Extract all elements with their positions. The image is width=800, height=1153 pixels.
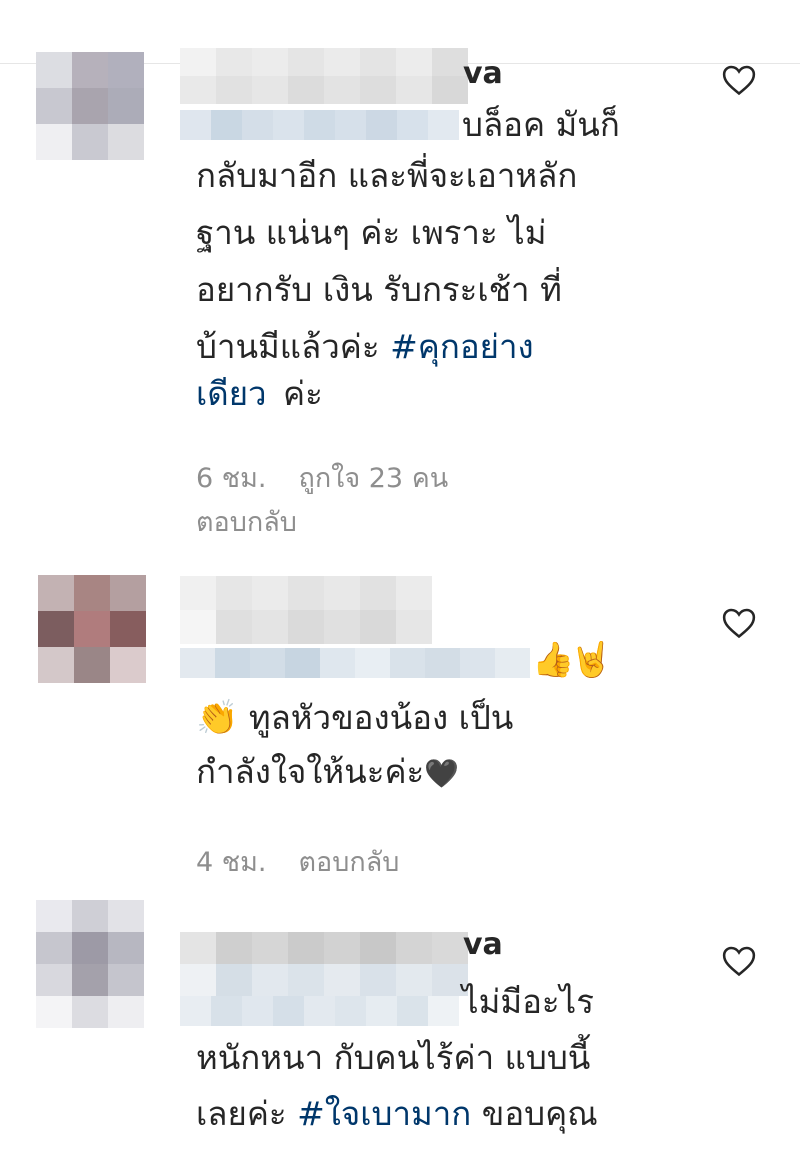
- heart-outline-icon[interactable]: [722, 607, 756, 639]
- text-blurred: [180, 648, 530, 678]
- text-blurred: [180, 110, 459, 140]
- comment-text: กลับมาอีก และพี่จะเอาหลัก ฐาน แน่นๆ ค่ะ …: [196, 147, 577, 375]
- comment-meta: 6 ชม. ถูกใจ 23 คน: [196, 459, 480, 499]
- comment-time[interactable]: 6 ชม.: [196, 463, 266, 494]
- reply-button[interactable]: ตอบกลับ: [196, 503, 297, 543]
- comment-body-2: เลยค่ะ: [196, 1094, 298, 1133]
- comment-body-3: ขอบคุณ: [471, 1094, 598, 1133]
- avatar-blurred[interactable]: [36, 900, 144, 1028]
- hashtag-link[interactable]: #คุกอย่าง: [390, 327, 534, 366]
- comment-body-1: หนักหนา กับคนไร้ค่า แบบนี้: [196, 1038, 591, 1077]
- comment-text-line1-tail: ไม่มีอะไร: [462, 982, 594, 1021]
- username-tail[interactable]: va: [463, 54, 503, 94]
- comment-body-1: ทูลหัวของน้อง เป็น: [238, 698, 514, 737]
- comment-text-line2: กำลังใจให้นะค่ะ🖤: [196, 752, 459, 794]
- emoji-thumbs-horns: 👍🤘: [532, 640, 613, 680]
- hashtag-link-cont[interactable]: เดียว: [196, 374, 267, 414]
- black-heart-emoji: 🖤: [424, 757, 460, 790]
- reply-button[interactable]: ตอบกลับ: [298, 847, 399, 878]
- username-blurred[interactable]: [180, 48, 468, 104]
- comment-text-line: 👏 ทูลหัวของน้อง เป็น: [196, 698, 513, 738]
- heart-outline-icon[interactable]: [722, 945, 756, 977]
- comment-body-2: กำลังใจให้นะค่ะ: [196, 752, 425, 791]
- like-count[interactable]: ถูกใจ 23 คน: [298, 463, 448, 494]
- heart-outline-icon[interactable]: [722, 64, 756, 96]
- comment-time[interactable]: 4 ชม.: [196, 847, 266, 878]
- comment-meta: 4 ชม. ตอบกลับ: [196, 843, 431, 883]
- text-blurred: [180, 996, 459, 1026]
- clap-emoji: 👏: [196, 698, 239, 738]
- avatar-blurred[interactable]: [36, 52, 144, 160]
- username-blurred[interactable]: [180, 576, 432, 644]
- username-blurred[interactable]: [180, 932, 468, 996]
- comment-text-end: ค่ะ: [283, 374, 323, 413]
- comment-text-line1-tail: บล็อค มันก็: [462, 105, 620, 144]
- comment-text-line3: เลยค่ะ #ใจเบามาก ขอบคุณ: [196, 1094, 598, 1134]
- username-tail[interactable]: va: [463, 925, 503, 965]
- avatar-blurred[interactable]: [38, 575, 146, 683]
- hashtag-link[interactable]: #ใจเบามาก: [297, 1094, 471, 1133]
